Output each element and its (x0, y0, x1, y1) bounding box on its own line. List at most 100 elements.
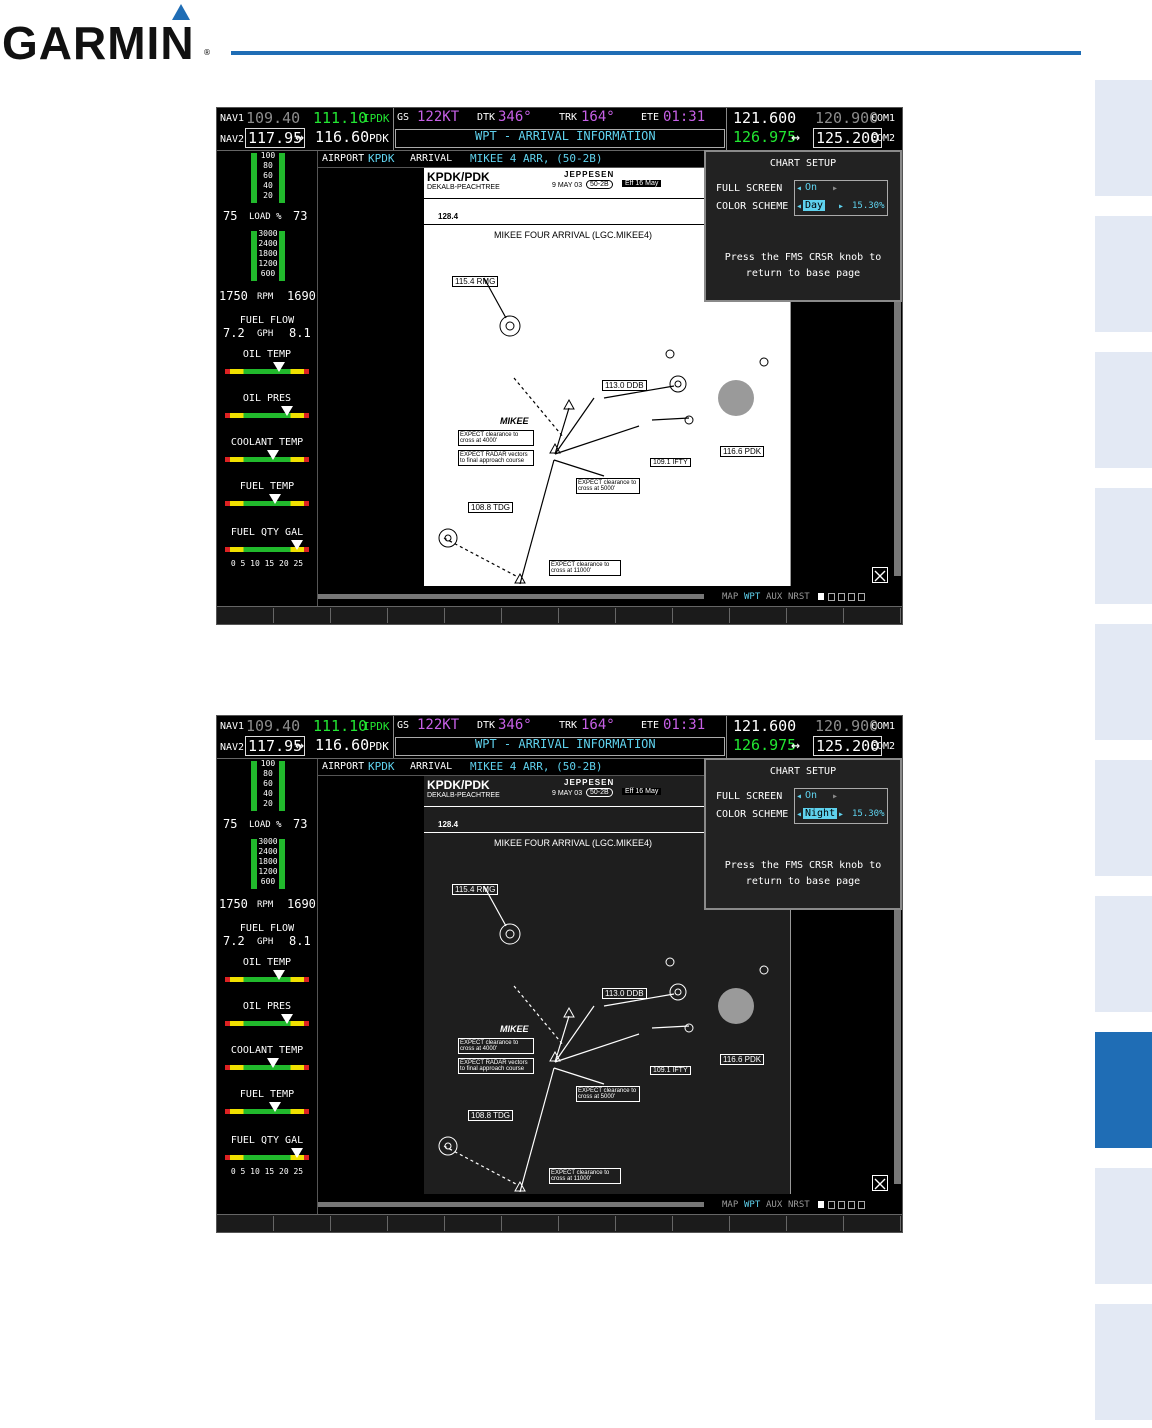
section-tab-9[interactable] (1095, 1168, 1152, 1284)
section-tab-6[interactable] (1095, 760, 1152, 876)
color-scheme-label: COLOR SCHEME (716, 201, 789, 212)
fuel-temp-gauge (225, 1109, 309, 1114)
chart-horizontal-scrollbar[interactable] (318, 1202, 704, 1207)
rmg-vor-box[interactable]: 115.4 RMG (452, 884, 499, 895)
com2-active-freq[interactable]: 126.975 (733, 128, 796, 146)
ddb-vor-box[interactable]: 113.0 DDB (602, 380, 647, 391)
color-scheme-right-arrow-icon[interactable]: ▸ (838, 201, 844, 212)
fuel-temp-label: FUEL TEMP (239, 481, 295, 492)
section-tab-1[interactable] (1095, 80, 1152, 196)
full-screen-left-arrow-icon[interactable]: ◂ (796, 791, 802, 802)
color-scheme-field[interactable]: Night (803, 808, 838, 819)
airport-field[interactable]: KPDK (368, 760, 395, 773)
full-screen-field[interactable]: On (805, 182, 817, 193)
color-scheme-left-arrow-icon[interactable]: ◂ (796, 201, 802, 212)
com1-active-freq[interactable]: 121.600 (733, 109, 796, 127)
softkey-12[interactable] (844, 608, 901, 623)
close-icon[interactable] (872, 1175, 888, 1191)
softkey-7[interactable] (559, 1216, 616, 1231)
rmg-vor-box[interactable]: 115.4 RMG (452, 276, 499, 287)
nav1-active-freq[interactable]: 111.10 (313, 109, 367, 127)
softkey-8[interactable] (616, 608, 673, 623)
nav1-standby-freq[interactable]: 109.40 (246, 109, 300, 127)
mikee-fix[interactable]: MIKEE (500, 416, 529, 426)
com2-active-freq[interactable]: 126.975 (733, 736, 796, 754)
com1-active-freq[interactable]: 121.600 (733, 717, 796, 735)
ddb-vor-box[interactable]: 113.0 DDB (602, 988, 647, 999)
softkey-5[interactable] (445, 608, 502, 623)
airport-field[interactable]: KPDK (368, 152, 395, 165)
full-screen-right-arrow-icon[interactable]: ▸ (832, 791, 838, 802)
load-tape-left (251, 153, 257, 203)
nav1-label: NAV1 (220, 721, 245, 732)
rpm-scale: 3000 2400 1800 1200 600 (258, 837, 278, 886)
color-scheme-field[interactable]: Day (803, 200, 826, 211)
radar-vectors-note: EXPECT RADAR vectors to final approach c… (458, 450, 534, 466)
nav1-active-freq[interactable]: 111.10 (313, 717, 367, 735)
nav1-standby-freq[interactable]: 109.40 (246, 717, 300, 735)
softkey-9[interactable] (673, 1216, 730, 1231)
close-icon[interactable] (872, 567, 888, 583)
softkey-2[interactable] (274, 608, 331, 623)
full-screen-field[interactable]: On (805, 790, 817, 801)
section-tab-10[interactable] (1095, 1304, 1152, 1420)
softkey-10[interactable] (730, 1216, 787, 1231)
oil-pres-pointer (281, 1014, 293, 1024)
section-tab-2[interactable] (1095, 216, 1152, 332)
fuel-temp-gauge (225, 501, 309, 506)
softkey-6[interactable] (502, 608, 559, 623)
mikee-fix[interactable]: MIKEE (500, 1024, 529, 1034)
softkey-5[interactable] (445, 1216, 502, 1231)
nav2-standby-freq[interactable]: 116.60 (315, 128, 369, 146)
com-swap-icon: ↔ (791, 128, 801, 146)
chart-vertical-scrollbar[interactable] (894, 906, 901, 1184)
airport-label: AIRPORT (322, 153, 365, 164)
softkey-11[interactable] (787, 608, 844, 623)
com1-standby-freq[interactable]: 120.900 (815, 109, 878, 127)
section-tab-4[interactable] (1095, 488, 1152, 604)
rpm-scale: 3000 2400 1800 1200 600 (258, 229, 278, 278)
tdg-vor-box[interactable]: 108.8 TDG (468, 502, 513, 513)
arrival-field[interactable]: MIKEE 4 ARR, (50-2B) (470, 152, 602, 165)
ifty-localizer-box[interactable]: 109.1 IFTY (650, 458, 691, 467)
section-tab-3[interactable] (1095, 352, 1152, 468)
arrival-field[interactable]: MIKEE 4 ARR, (50-2B) (470, 760, 602, 773)
softkey-6[interactable] (502, 1216, 559, 1231)
softkey-11[interactable] (787, 1216, 844, 1231)
softkey-3[interactable] (331, 608, 388, 623)
nav2-standby-freq[interactable]: 116.60 (315, 736, 369, 754)
chart-horizontal-scrollbar[interactable] (318, 594, 704, 599)
softkey-9[interactable] (673, 608, 730, 623)
rpm-label: RPM (257, 900, 274, 910)
softkey-12[interactable] (844, 1216, 901, 1231)
full-screen-left-arrow-icon[interactable]: ◂ (796, 183, 802, 194)
chart-date: 9 MAY 03 (552, 182, 583, 189)
chart-vertical-scrollbar[interactable] (894, 298, 901, 576)
softkey-4[interactable] (388, 1216, 445, 1231)
softkey-2[interactable] (274, 1216, 331, 1231)
softkey-1[interactable] (217, 608, 274, 623)
section-tab-7[interactable] (1095, 896, 1152, 1012)
full-screen-right-arrow-icon[interactable]: ▸ (832, 183, 838, 194)
softkey-8[interactable] (616, 1216, 673, 1231)
softkey-4[interactable] (388, 608, 445, 623)
trk-value: 164° (581, 717, 615, 733)
softkey-7[interactable] (559, 608, 616, 623)
color-scheme-right-arrow-icon[interactable]: ▸ (838, 809, 844, 820)
com1-standby-freq[interactable]: 120.900 (815, 717, 878, 735)
softkey-3[interactable] (331, 1216, 388, 1231)
ifty-localizer-box[interactable]: 109.1 IFTY (650, 1066, 691, 1075)
chart-number: 50-2B (586, 180, 613, 189)
section-tab-8-active[interactable] (1095, 1032, 1152, 1148)
softkey-10[interactable] (730, 608, 787, 623)
color-scheme-left-arrow-icon[interactable]: ◂ (796, 809, 802, 820)
popup-title: CHART SETUP (769, 158, 837, 169)
oil-temp-gauge (225, 369, 309, 374)
section-tab-5[interactable] (1095, 624, 1152, 740)
pdk-vor-box[interactable]: 116.6 PDK (720, 446, 765, 457)
softkey-1[interactable] (217, 1216, 274, 1231)
tdg-vor-box[interactable]: 108.8 TDG (468, 1110, 513, 1121)
fuel-flow-unit: GPH (257, 329, 274, 339)
dtk-value: 346° (498, 109, 532, 125)
pdk-vor-box[interactable]: 116.6 PDK (720, 1054, 765, 1065)
